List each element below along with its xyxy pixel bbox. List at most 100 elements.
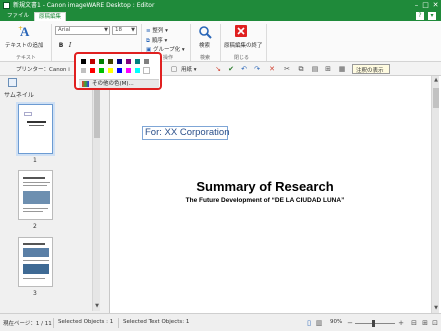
- page-thumbnail-2[interactable]: [18, 170, 53, 220]
- color-swatch[interactable]: [116, 58, 123, 65]
- delete-icon[interactable]: ✕: [268, 65, 276, 73]
- minimize-button[interactable]: –: [412, 1, 421, 10]
- ribbon-tab-bar: ファイル 原稿編集 ? ▾: [0, 11, 441, 21]
- page-number-2: 2: [33, 223, 37, 230]
- selected-text-box[interactable]: For: XX Corporation: [142, 126, 229, 140]
- redo-icon[interactable]: ↷: [253, 65, 261, 73]
- cut-icon[interactable]: ✂: [283, 65, 291, 73]
- color-swatch[interactable]: [134, 58, 141, 65]
- search-button[interactable]: 検索: [199, 41, 210, 49]
- scrollbar-thumb[interactable]: [433, 88, 439, 108]
- single-page-view-icon[interactable]: ▯: [305, 319, 313, 327]
- copy-icon[interactable]: ⧉: [297, 65, 305, 73]
- tab-file[interactable]: ファイル: [3, 12, 33, 21]
- thumbnail-text-line: [23, 211, 43, 212]
- color-swatch[interactable]: [80, 58, 87, 65]
- ops-group-label: 操作: [163, 55, 174, 61]
- full-screen-icon[interactable]: ⊡: [431, 319, 439, 327]
- bold-button[interactable]: B: [57, 42, 65, 50]
- close-icon[interactable]: [235, 25, 247, 37]
- color-swatch[interactable]: [134, 67, 141, 74]
- toolbar: プリンター：Canon i ▢ 用紙 ▾ ↘ ✔ ↶ ↷ ✕ ✂ ⧉ ▤ ⊞ ▦…: [0, 62, 441, 76]
- more-colors-button[interactable]: その他の色(M)...: [79, 79, 159, 88]
- chevron-down-icon: ▼: [104, 27, 108, 33]
- color-swatch[interactable]: [125, 58, 132, 65]
- close-edit-button[interactable]: 原稿編集の終了: [224, 41, 263, 49]
- thumbnail-text-line: [23, 260, 49, 261]
- search-icon[interactable]: [198, 25, 212, 39]
- selected-text-objects-status: Selected Text Objects: 1: [123, 319, 190, 325]
- chevron-down-icon: ▼: [131, 27, 135, 33]
- color-swatch[interactable]: [107, 58, 114, 65]
- font-size-select[interactable]: 18 ▼: [112, 26, 137, 35]
- page-thumbnail-1[interactable]: [18, 104, 53, 154]
- color-swatch[interactable]: [143, 67, 150, 74]
- thumbnail-scrollbar[interactable]: ▲ ▼: [92, 78, 100, 311]
- add-text-button[interactable]: テキストの追加: [5, 41, 43, 49]
- color-swatch[interactable]: [89, 58, 96, 65]
- arrow-icon[interactable]: ↘: [214, 65, 222, 73]
- paste-icon[interactable]: ▤: [311, 65, 319, 73]
- two-page-view-icon[interactable]: ▥: [315, 319, 323, 327]
- thumbnail-title-line: [27, 121, 46, 123]
- scroll-down-icon[interactable]: ▼: [432, 305, 440, 311]
- color-swatch[interactable]: [116, 67, 123, 74]
- distribute-icon[interactable]: ⊞: [324, 65, 332, 73]
- italic-button[interactable]: I: [66, 42, 74, 50]
- add-text-icon[interactable]: A +: [18, 24, 32, 39]
- align-button[interactable]: ≡ 整列 ▾: [146, 26, 168, 34]
- zoom-in-icon[interactable]: +: [397, 319, 405, 327]
- status-divider: [53, 318, 54, 328]
- check-icon[interactable]: ✔: [227, 65, 235, 73]
- ribbon-divider: [51, 24, 52, 61]
- document-subtitle[interactable]: The Future Development of “DE LA CIUDAD …: [110, 197, 420, 204]
- color-swatch[interactable]: [125, 67, 132, 74]
- maximize-button[interactable]: □: [421, 1, 430, 10]
- printer-label[interactable]: プリンター：Canon i: [16, 65, 70, 73]
- scrollbar-thumb[interactable]: [94, 90, 100, 138]
- document-scrollbar[interactable]: ▲ ▼: [431, 76, 439, 313]
- page-thumbnail-3[interactable]: [18, 237, 53, 287]
- font-name-select[interactable]: Arial ▼: [55, 26, 110, 35]
- ribbon-options-icon[interactable]: ▾: [428, 12, 436, 20]
- thumbnail-heading: [23, 177, 45, 179]
- zoom-slider-handle[interactable]: [372, 320, 375, 327]
- zoom-level: 90%: [330, 319, 343, 325]
- layout-menu-icon[interactable]: ▦: [338, 65, 346, 73]
- text-group-label: テキスト: [16, 55, 36, 61]
- tab-edit-original[interactable]: 原稿編集: [34, 12, 67, 21]
- thumbnail-pane-title: サムネイル: [4, 92, 34, 99]
- color-swatch[interactable]: [80, 67, 87, 74]
- page-number-3: 3: [33, 290, 37, 297]
- color-swatch[interactable]: [98, 67, 105, 74]
- thumbnail-image: [23, 191, 50, 204]
- color-swatch[interactable]: [89, 67, 96, 74]
- help-icon[interactable]: ?: [416, 12, 424, 20]
- thumbnail-text-line: [23, 278, 45, 279]
- zoom-out-icon[interactable]: −: [346, 319, 354, 327]
- scroll-down-icon[interactable]: ▼: [93, 303, 101, 309]
- ribbon-divider: [220, 24, 221, 61]
- window-title: 新規文書1 - Canon imageWARE Desktop : Editor: [13, 2, 155, 9]
- thumbnail-view-icon[interactable]: [8, 78, 17, 87]
- page-number-1: 1: [33, 157, 37, 164]
- color-palette-icon: [82, 81, 89, 87]
- scroll-up-icon[interactable]: ▲: [432, 77, 440, 83]
- show-annotations-toggle[interactable]: 注釈の表示: [352, 64, 390, 74]
- undo-icon[interactable]: ↶: [240, 65, 248, 73]
- fit-page-icon[interactable]: ⊟: [410, 319, 418, 327]
- close-window-button[interactable]: ✕: [431, 1, 440, 10]
- paper-select[interactable]: 用紙 ▾: [181, 65, 197, 73]
- thumbnail-image: [23, 264, 49, 274]
- fit-width-icon[interactable]: ⊞: [421, 319, 429, 327]
- color-swatch[interactable]: [143, 58, 150, 65]
- thumbnail-image: [23, 248, 49, 257]
- order-button[interactable]: ⧉ 順序 ▾: [146, 36, 167, 45]
- document-canvas[interactable]: For: XX Corporation Summary of Research …: [110, 76, 441, 313]
- zoom-slider-track[interactable]: [355, 323, 395, 324]
- page-setup-icon[interactable]: ▢: [170, 65, 178, 73]
- color-swatch[interactable]: [107, 67, 114, 74]
- document-title[interactable]: Summary of Research: [110, 179, 420, 194]
- thumbnail-text-line: [23, 185, 47, 186]
- color-swatch[interactable]: [98, 58, 105, 65]
